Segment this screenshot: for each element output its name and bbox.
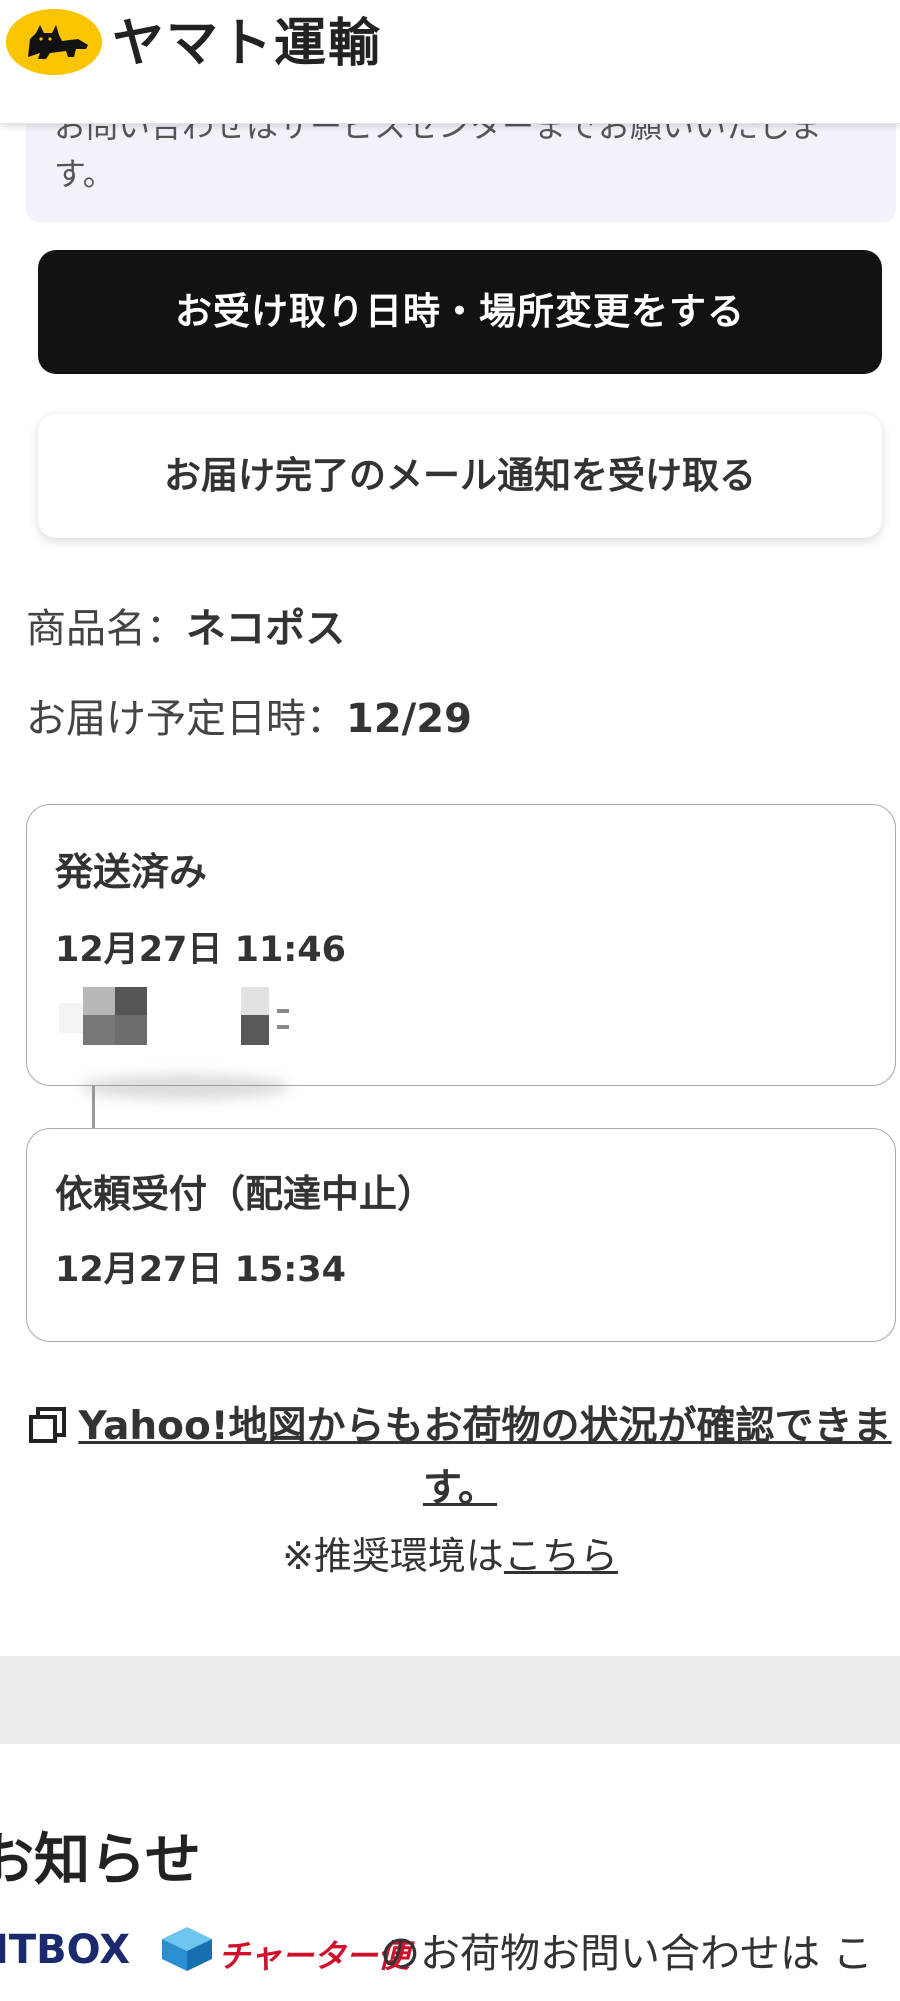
change-delivery-button[interactable]: お受け取り日時・場所変更をする — [38, 250, 882, 374]
copy-window-icon — [28, 1402, 68, 1443]
product-name-label: 商品名： — [26, 606, 186, 652]
redacted-location — [57, 981, 289, 1051]
delivery-date-label: お届け予定日時： — [26, 696, 346, 742]
news-title: お知らせ — [0, 1828, 201, 1893]
timeline-card: 依頼受付（配達中止） 12月27日 15:34 — [26, 1128, 896, 1342]
brand-name: ヤマト運輸 — [112, 14, 383, 74]
timeline-connector — [92, 1085, 95, 1129]
yahoo-map-link-row: Yahoo!地図からもお荷物の状況が確認できます。 — [26, 1396, 894, 1520]
timeline-card: 発送済み 12月27日 11:46 — [26, 804, 896, 1086]
timeline-datetime: 12月27日 11:46 — [55, 930, 347, 970]
news-item[interactable]: ITBOX チャーター便 のお荷物お問い合わせは こ — [0, 1921, 900, 1981]
delivery-date-value: 12/29 — [346, 696, 472, 742]
news-banner-left: ITBOX — [0, 1927, 131, 1973]
site-header: ヤマト運輸 — [0, 0, 900, 124]
recommend-prefix: ※推奨環境は — [282, 1534, 504, 1578]
section-divider-band — [0, 1656, 900, 1744]
yahoo-map-link[interactable]: Yahoo!地図からもお荷物の状況が確認できます。 — [78, 1404, 891, 1511]
news-text: のお荷物お問い合わせは こ — [380, 1931, 873, 1977]
delivery-date-row: お届け予定日時：12/29 — [26, 686, 472, 744]
timeline-status: 依頼受付（配達中止） — [55, 1172, 436, 1216]
redaction-blur — [80, 1074, 290, 1100]
recommend-link[interactable]: こちら — [504, 1534, 618, 1578]
timeline-status: 発送済み — [55, 850, 208, 894]
cube-icon — [160, 1925, 214, 1973]
yamato-cat-logo-icon[interactable] — [6, 9, 102, 75]
product-name-value: ネコポス — [186, 606, 346, 652]
delivery-mail-notify-button[interactable]: お届け完了のメール通知を受け取る — [38, 414, 882, 538]
product-name-row: 商品名：ネコポス — [26, 596, 345, 654]
timeline-datetime: 12月27日 15:34 — [55, 1250, 347, 1290]
recommended-environment: ※推奨環境はこちら — [0, 1525, 900, 1580]
